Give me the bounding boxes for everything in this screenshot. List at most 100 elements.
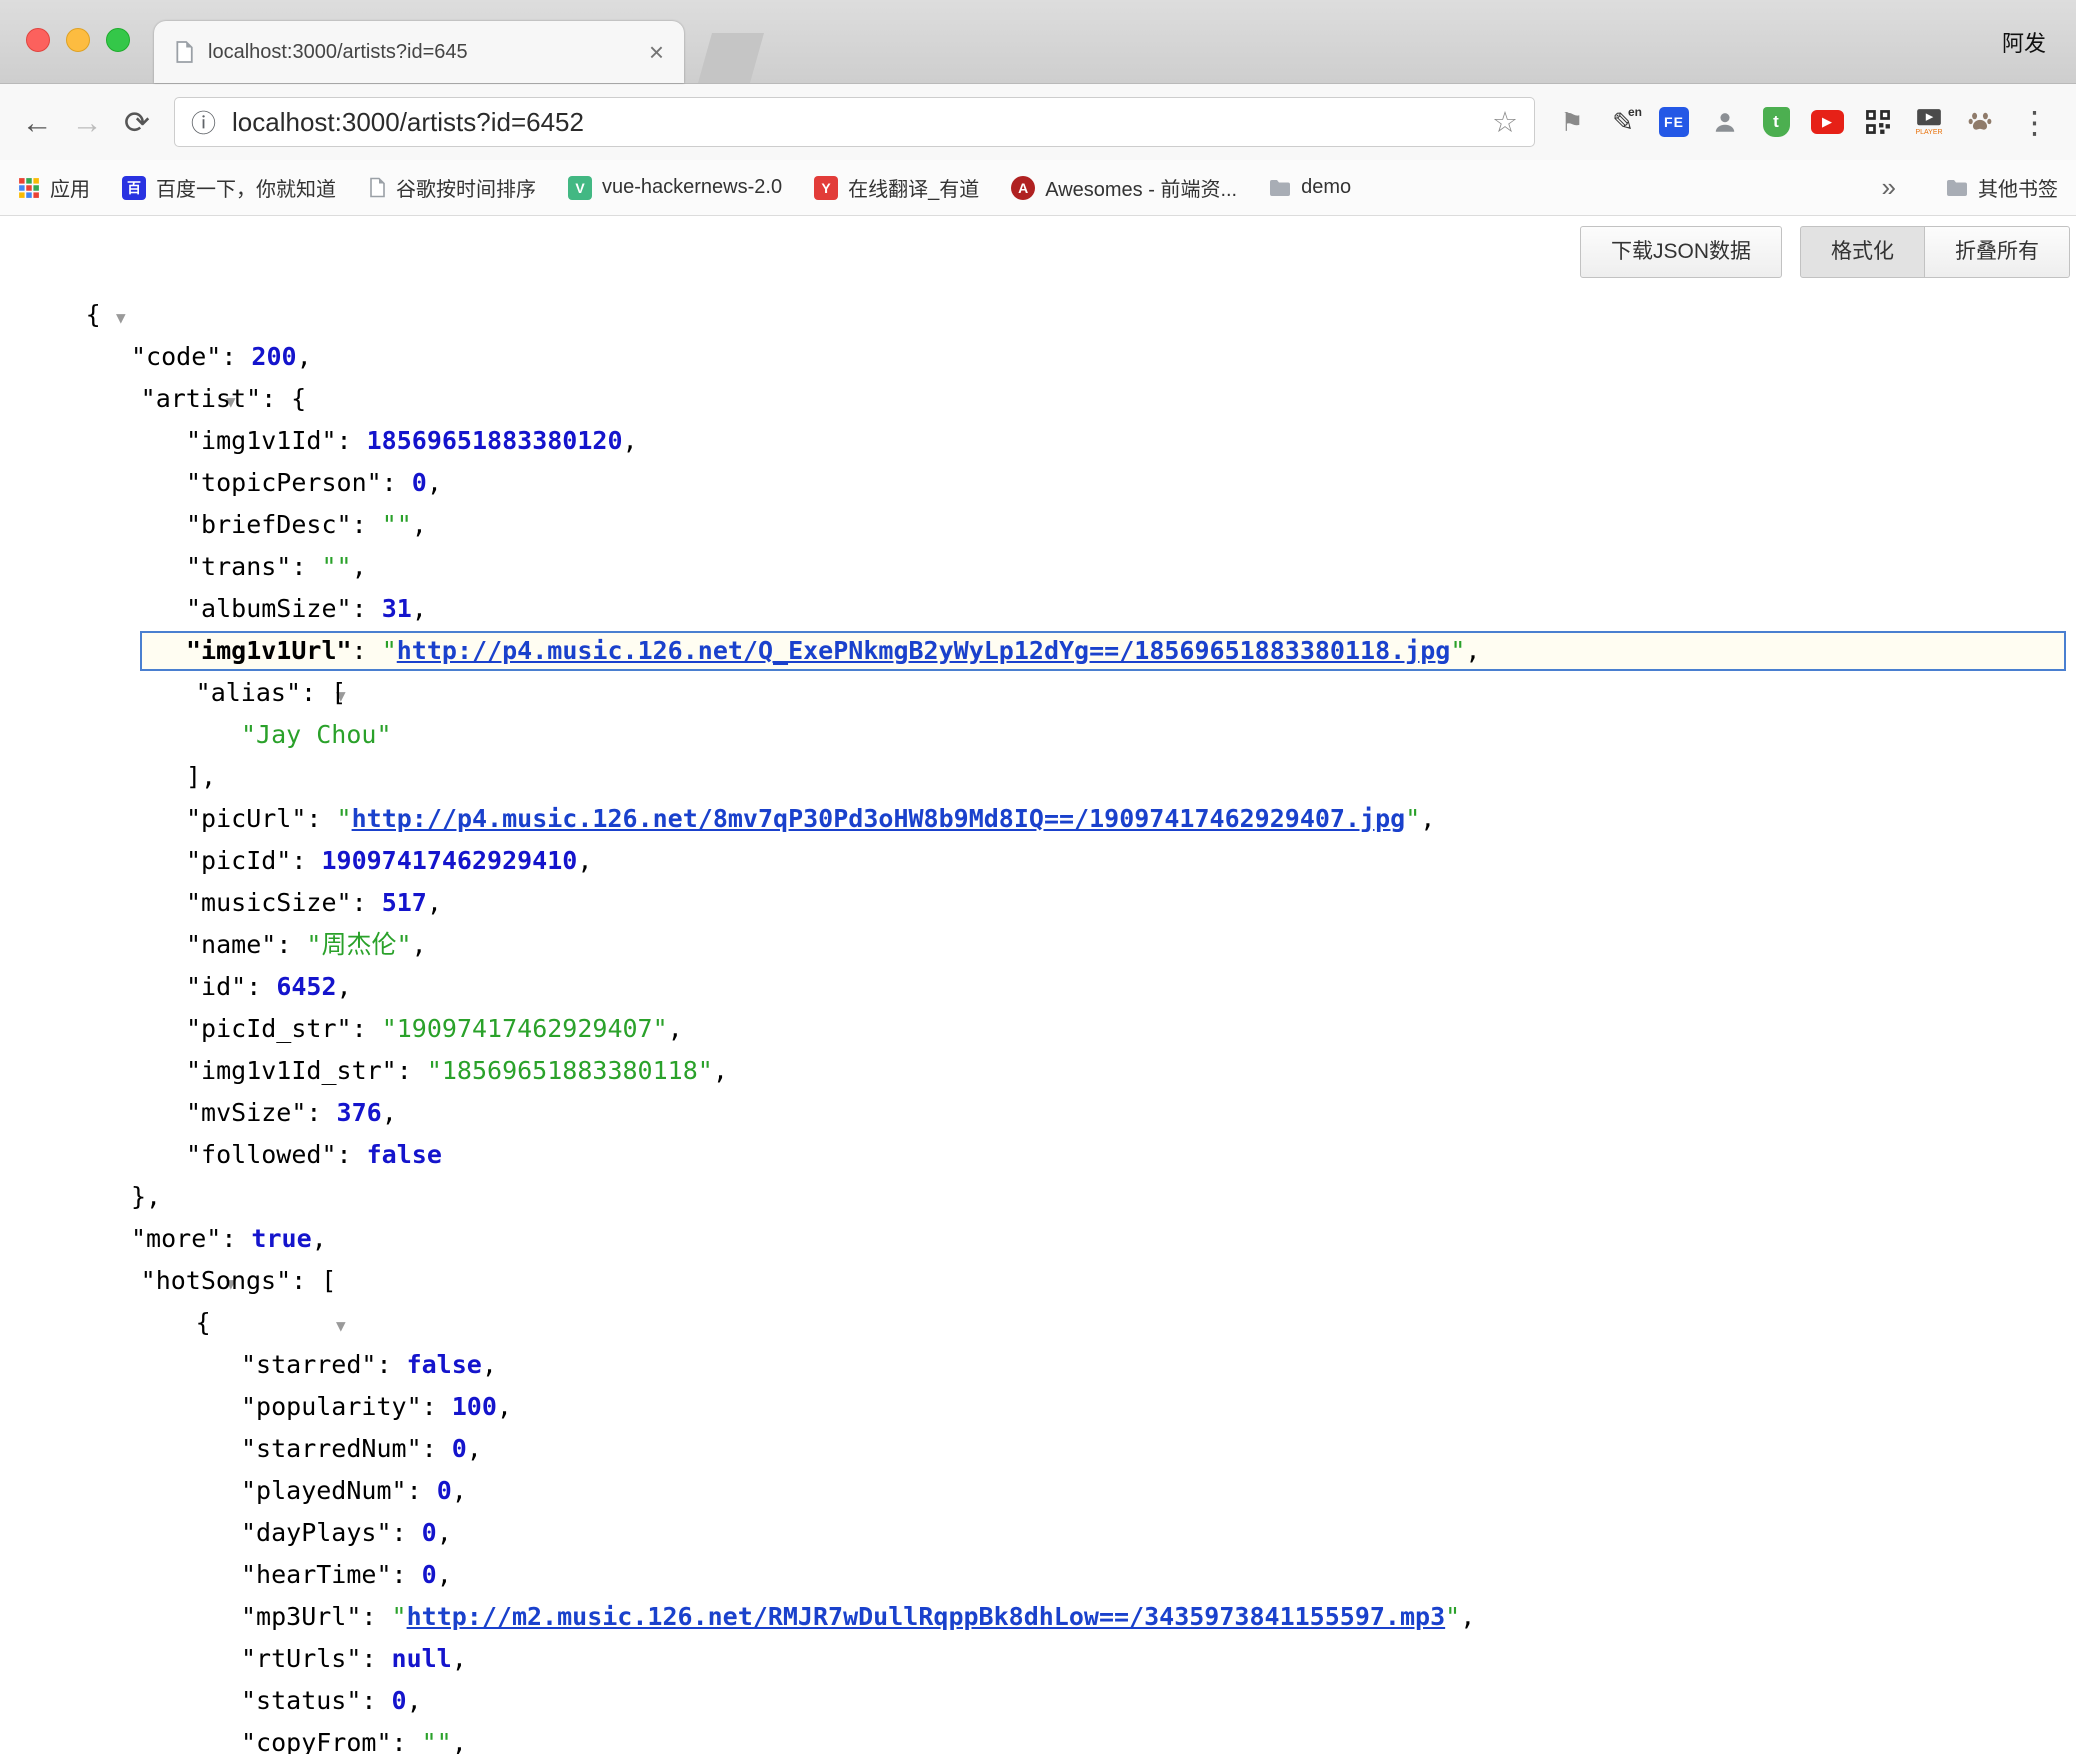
json-token: "code" <box>131 342 221 371</box>
browser-tab[interactable]: localhost:3000/artists?id=645 × <box>154 21 684 83</box>
flag-glyph: ⚑ <box>1560 109 1583 135</box>
json-token: "copyFrom" <box>241 1728 392 1754</box>
bookmark-label: 应用 <box>50 173 90 202</box>
bookmark-awesomes[interactable]: A Awesomes - 前端资... <box>1011 173 1237 202</box>
json-line: "img1v1Url": "http://p4.music.126.net/Q_… <box>0 630 2076 672</box>
json-token: "trans" <box>186 552 291 581</box>
flag-extension-icon[interactable]: ⚑ <box>1555 105 1589 139</box>
json-line: "name": "周杰伦", <box>0 924 2076 966</box>
folder-icon <box>1946 179 1968 197</box>
json-token: 376 <box>337 1098 382 1127</box>
json-token: null <box>392 1644 452 1673</box>
collapse-all-button[interactable]: 折叠所有 <box>1924 226 2070 278</box>
url-field[interactable]: ⓘ localhost:3000/artists?id=6452 ☆ <box>174 97 1535 147</box>
json-token: 0 <box>452 1434 467 1463</box>
json-token: , <box>297 342 312 371</box>
json-token: "name" <box>186 930 276 959</box>
fe-extension-icon[interactable]: FE <box>1657 105 1691 139</box>
json-token: 6452 <box>276 972 336 1001</box>
bookmark-label: 百度一下，你就知道 <box>156 173 336 202</box>
json-token: "img1v1Url" <box>186 636 352 665</box>
json-token: : <box>221 342 251 371</box>
json-token: "hotSongs" <box>141 1266 292 1295</box>
translate-extension-icon[interactable]: ✎en <box>1606 105 1640 139</box>
json-line: "dayPlays": 0, <box>0 1512 2076 1554</box>
browser-menu-icon[interactable]: ⋮ <box>2007 107 2062 138</box>
play-glyph: ▶ <box>1811 110 1844 134</box>
json-token: : <box>382 468 412 497</box>
json-token: , <box>668 1014 683 1043</box>
bookmarks-bar: 应用 百 百度一下，你就知道 谷歌按时间排序 V vue-hackernews-… <box>0 160 2076 216</box>
bookmark-vue-hackernews[interactable]: V vue-hackernews-2.0 <box>568 176 782 200</box>
page-favicon-icon <box>174 40 194 64</box>
player-extension-icon[interactable]: PLAYER <box>1912 105 1946 139</box>
minimize-window-button[interactable] <box>66 28 90 52</box>
bookmark-demo-folder[interactable]: demo <box>1269 176 1351 199</box>
json-token: : <box>291 846 321 875</box>
collapse-toggle-icon[interactable]: ▼ <box>336 1316 346 1335</box>
json-url-link[interactable]: http://p4.music.126.net/Q_ExePNkmgB2yWyL… <box>397 636 1451 665</box>
other-bookmarks-folder[interactable]: 其他书签 <box>1946 173 2058 202</box>
json-line: }, <box>0 1176 2076 1218</box>
json-url-link[interactable]: http://p4.music.126.net/8mv7qP30Pd3oHW8b… <box>352 804 1406 833</box>
json-token: "周杰伦" <box>306 930 411 959</box>
json-token: , <box>497 1392 512 1421</box>
youdao-icon: Y <box>814 176 838 200</box>
json-token: [ <box>331 678 346 707</box>
json-token: 19097417462929410 <box>321 846 577 875</box>
json-token: , <box>1420 804 1435 833</box>
pen-sub-label: en <box>1628 105 1642 119</box>
collapse-toggle-icon[interactable]: ▼ <box>116 308 126 327</box>
person-extension-icon[interactable] <box>1708 105 1742 139</box>
json-line: ▼"hotSongs": [ <box>0 1260 2076 1302</box>
json-line: ▼{ <box>0 1302 2076 1344</box>
close-window-button[interactable] <box>26 28 50 52</box>
json-token: , <box>427 468 442 497</box>
json-token: , <box>467 1434 482 1463</box>
json-url-link[interactable]: http://m2.music.126.net/RMJR7wDullRqppBk… <box>407 1602 1446 1631</box>
json-token: "img1v1Id_str" <box>186 1056 397 1085</box>
json-token: "" <box>422 1728 452 1754</box>
json-line: "img1v1Id_str": "18569651883380118", <box>0 1050 2076 1092</box>
json-token: : <box>337 426 367 455</box>
shield-extension-icon[interactable]: t <box>1759 105 1793 139</box>
bookmark-youdao-translate[interactable]: Y 在线翻译_有道 <box>814 173 979 202</box>
paw-extension-icon[interactable] <box>1963 105 1997 139</box>
new-tab-button[interactable] <box>698 33 764 83</box>
json-token: "img1v1Id" <box>186 426 337 455</box>
bookmark-apps[interactable]: 应用 <box>18 173 90 202</box>
json-token: "18569651883380118" <box>427 1056 713 1085</box>
json-token: , <box>412 594 427 623</box>
json-token: "followed" <box>186 1140 337 1169</box>
svg-text:PLAYER: PLAYER <box>1915 129 1942 136</box>
bookmark-baidu[interactable]: 百 百度一下，你就知道 <box>122 173 336 202</box>
json-token: { <box>291 384 306 413</box>
tab-close-icon[interactable]: × <box>649 39 664 65</box>
bookmarks-overflow-chevron[interactable]: » <box>1882 172 1914 203</box>
download-json-button[interactable]: 下载JSON数据 <box>1580 226 1782 278</box>
refresh-button[interactable]: ⟳ <box>114 107 160 138</box>
json-token: : <box>276 930 306 959</box>
youtube-extension-icon[interactable]: ▶ <box>1810 105 1844 139</box>
zoom-window-button[interactable] <box>106 28 130 52</box>
format-button[interactable]: 格式化 <box>1800 226 1925 278</box>
url-text[interactable]: localhost:3000/artists?id=6452 <box>232 107 584 138</box>
other-bookmarks-label: 其他书签 <box>1978 173 2058 202</box>
bookmark-label: demo <box>1301 176 1351 199</box>
json-token: : <box>291 1266 321 1295</box>
json-line: "briefDesc": "", <box>0 504 2076 546</box>
address-bar: ← → ⟳ ⓘ localhost:3000/artists?id=6452 ☆… <box>0 84 2076 160</box>
site-info-icon[interactable]: ⓘ <box>191 104 216 140</box>
qr-code-extension-icon[interactable] <box>1861 105 1895 139</box>
bookmark-google-sort[interactable]: 谷歌按时间排序 <box>368 173 536 202</box>
profile-name[interactable]: 阿发 <box>2002 26 2052 58</box>
forward-button[interactable]: → <box>64 107 110 138</box>
json-line: "picUrl": "http://p4.music.126.net/8mv7q… <box>0 798 2076 840</box>
bookmark-star-icon[interactable]: ☆ <box>1492 105 1518 140</box>
apps-grid-icon <box>18 177 40 199</box>
json-token: " <box>1445 1602 1460 1631</box>
json-token: false <box>407 1350 482 1379</box>
json-token: "status" <box>241 1686 361 1715</box>
json-token: 517 <box>382 888 427 917</box>
back-button[interactable]: ← <box>14 107 60 138</box>
